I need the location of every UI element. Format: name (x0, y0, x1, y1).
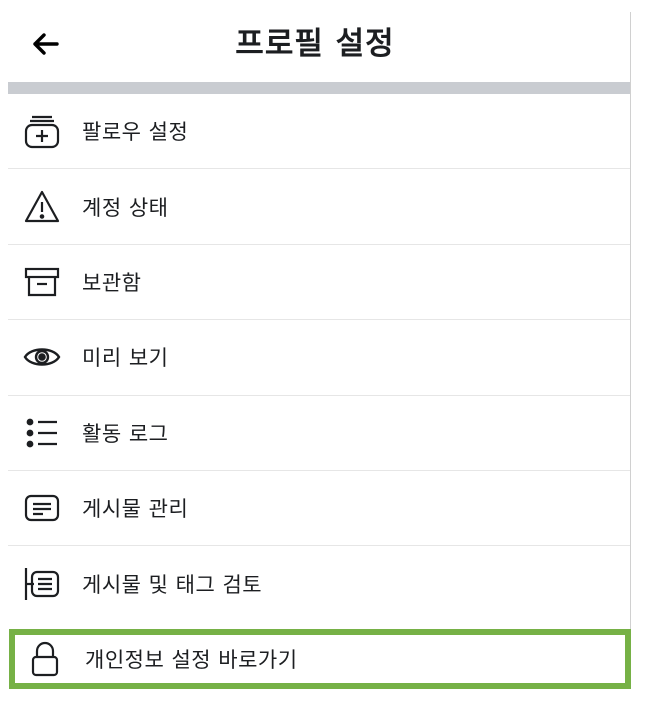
section-separator (8, 82, 630, 94)
list-icon (22, 413, 62, 453)
menu-item-label: 게시물 및 태그 검토 (82, 573, 263, 598)
menu-item-manage-posts[interactable]: 게시물 관리 (8, 471, 630, 547)
menu-item-activity-log[interactable]: 활동 로그 (8, 396, 630, 471)
eye-icon (22, 337, 62, 377)
menu-item-label: 개인정보 설정 바로가기 (85, 648, 298, 672)
archive-icon (22, 262, 62, 302)
warning-icon (22, 187, 62, 227)
page-title: 프로필 설정 (235, 26, 395, 62)
menu-item-follow-settings[interactable]: 팔로우 설정 (8, 94, 630, 170)
header: 프로필 설정 (0, 0, 630, 82)
menu-item-label: 팔로우 설정 (82, 120, 189, 145)
posts-icon (22, 488, 62, 528)
menu-item-label: 게시물 관리 (82, 497, 189, 522)
menu-item-preview[interactable]: 미리 보기 (8, 320, 630, 396)
menu-item-account-status[interactable]: 계정 상태 (8, 169, 630, 245)
divider (630, 12, 631, 632)
menu-item-archive[interactable]: 보관함 (8, 245, 630, 321)
settings-menu: 팔로우 설정 계정 상태 보관함 미리 보기 활동 로그 게시물 관리 게시물 … (8, 94, 630, 622)
menu-item-label: 미리 보기 (82, 346, 169, 371)
menu-item-review-posts-tags[interactable]: 게시물 및 태그 검토 (8, 546, 630, 621)
follow-settings-icon (22, 111, 62, 151)
menu-item-privacy-shortcut[interactable]: 개인정보 설정 바로가기 (9, 629, 631, 689)
review-icon (22, 564, 62, 604)
lock-icon (25, 639, 65, 679)
menu-item-label: 보관함 (82, 270, 142, 295)
menu-item-label: 활동 로그 (82, 421, 169, 446)
menu-item-label: 계정 상태 (82, 195, 169, 220)
